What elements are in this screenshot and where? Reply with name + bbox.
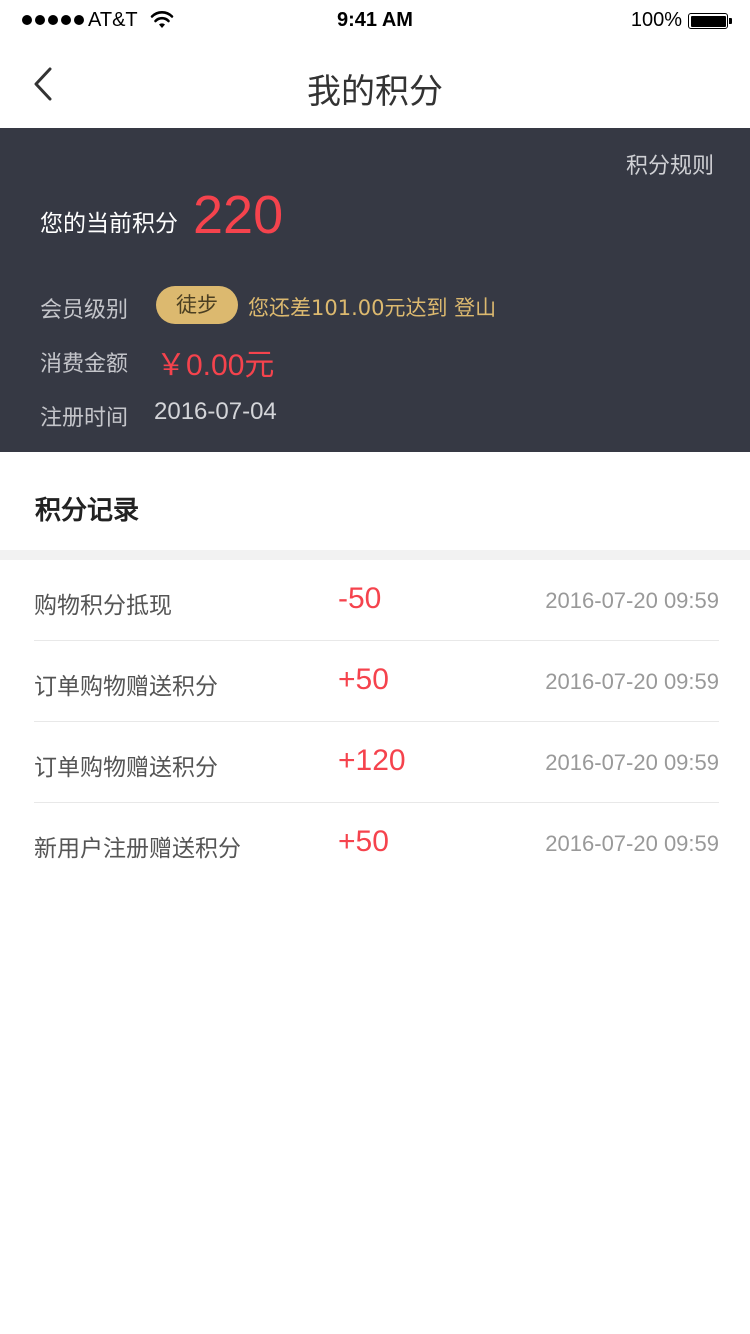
- record-amount: +50: [338, 825, 389, 858]
- current-points-value: 220: [193, 185, 284, 245]
- points-rules-link[interactable]: 积分规则: [626, 148, 714, 180]
- list-item: 订单购物赠送积分 +120 2016-07-20 09:59: [34, 722, 719, 803]
- record-amount: -50: [338, 582, 382, 615]
- member-level-label: 会员级别: [40, 298, 129, 323]
- member-level-badge: 徒步: [156, 286, 238, 324]
- section-divider: [0, 550, 750, 560]
- list-item: 新用户注册赠送积分 +50 2016-07-20 09:59: [34, 803, 719, 884]
- record-time: 2016-07-20 09:59: [545, 588, 719, 613]
- battery-percent: 100%: [630, 9, 682, 31]
- record-amount: +50: [338, 663, 389, 696]
- records-header: 积分记录: [0, 452, 750, 550]
- page-title: 我的积分: [307, 72, 443, 112]
- spend-amount-value: ￥0.00元: [156, 349, 275, 382]
- record-description: 订单购物赠送积分: [34, 674, 218, 700]
- record-amount: +120: [338, 744, 406, 777]
- current-points-label: 您的当前积分: [40, 211, 178, 237]
- record-description: 新用户注册赠送积分: [34, 836, 241, 862]
- record-time: 2016-07-20 09:59: [545, 669, 719, 694]
- list-item: 订单购物赠送积分 +50 2016-07-20 09:59: [34, 641, 719, 722]
- record-description: 购物积分抵现: [34, 593, 172, 619]
- list-item: 购物积分抵现 -50 2016-07-20 09:59: [34, 560, 719, 641]
- record-time: 2016-07-20 09:59: [545, 831, 719, 856]
- nav-bar: 我的积分: [0, 40, 750, 128]
- level-upgrade-hint: 您还差101.00元达到 登山: [248, 296, 497, 320]
- battery-icon: [688, 13, 728, 29]
- records-list: 购物积分抵现 -50 2016-07-20 09:59 订单购物赠送积分 +50…: [0, 560, 750, 884]
- records-title: 积分记录: [35, 496, 140, 526]
- record-time: 2016-07-20 09:59: [545, 750, 719, 775]
- status-bar: AT&T 9:41 AM 100%: [0, 0, 750, 40]
- record-description: 订单购物赠送积分: [34, 755, 218, 781]
- spend-amount-label: 消费金额: [40, 352, 129, 377]
- points-summary-panel: 积分规则 您的当前积分 220 会员级别 徒步 您还差101.00元达到 登山 …: [0, 128, 750, 452]
- register-date-label: 注册时间: [40, 406, 129, 431]
- battery-tip: [729, 18, 732, 24]
- register-date-value: 2016-07-04: [154, 398, 277, 425]
